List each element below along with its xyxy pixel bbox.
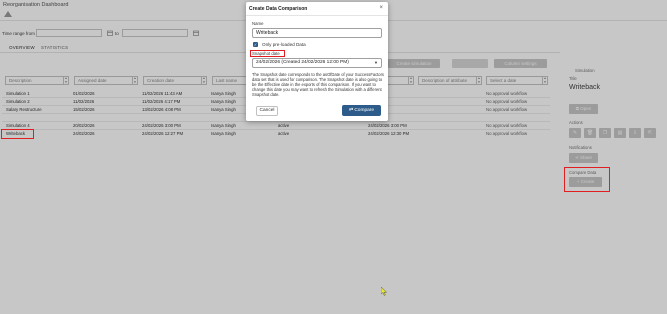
checkbox-icon[interactable]: ✓: [253, 42, 258, 47]
preloaded-data-label[interactable]: Only pre-loaded Data: [262, 42, 306, 47]
close-icon[interactable]: ×: [379, 5, 383, 11]
create-data-comparison-dialog: Create Data Comparison × Name ✓ Only pre…: [246, 2, 388, 121]
highlight-create-button: [564, 167, 610, 192]
chevron-down-icon: ▼: [374, 60, 378, 65]
name-label: Name: [252, 21, 264, 26]
dialog-title: Create Data Comparison: [249, 6, 308, 12]
highlight-snapshot-label: [250, 50, 285, 57]
cursor-icon: [381, 287, 387, 296]
cancel-button[interactable]: Cancel: [256, 106, 278, 116]
dialog-divider: [246, 15, 388, 16]
name-input[interactable]: [252, 28, 382, 38]
snapshot-date-select[interactable]: 24/02/2026 (Created 24/02/2026 12:00 PM)…: [252, 58, 382, 68]
snapshot-description: The Snapshot date corresponds to the asO…: [252, 72, 384, 97]
highlight-selected-row: [1, 129, 34, 139]
compare-button[interactable]: ⇄ Compare: [342, 105, 381, 116]
